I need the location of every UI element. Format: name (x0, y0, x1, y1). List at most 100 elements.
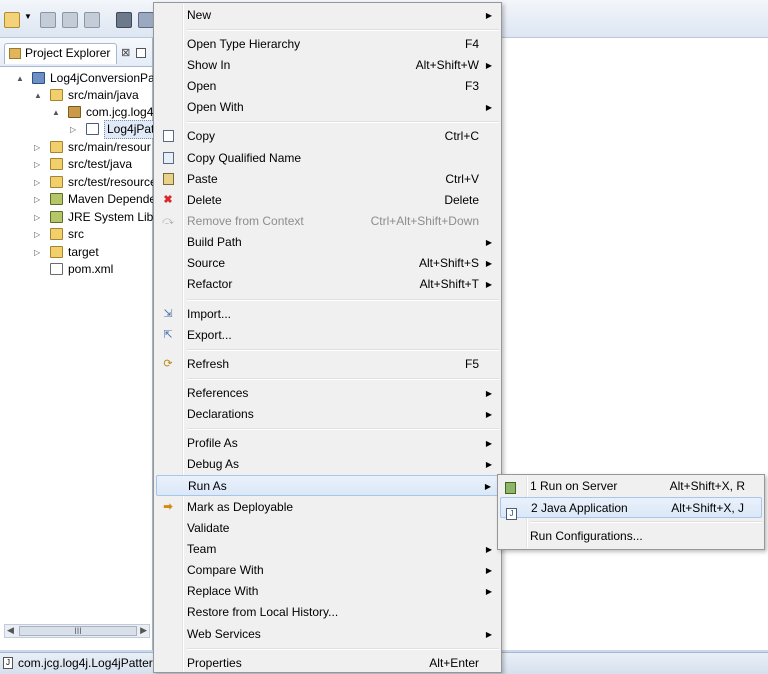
submenu-arrow-icon: ▶ (485, 410, 492, 419)
menu-item-references[interactable]: References ▶ (156, 383, 499, 404)
menu-item-web-services[interactable]: Web Services ▶ (156, 624, 499, 645)
menu-item-import[interactable]: ⇲ Import... (156, 304, 499, 325)
expanded-arrow-icon[interactable]: ▲ (16, 70, 26, 87)
scroll-right-icon[interactable]: ▶ (140, 625, 147, 636)
menu-item-label: Copy Qualified Name (187, 151, 302, 165)
binary-icon[interactable] (116, 12, 132, 28)
submenu-item-label: 2 Java Application (531, 501, 628, 515)
menu-item-new[interactable]: New ▶ (156, 5, 499, 26)
tree-item-label: src/main/java (68, 88, 139, 102)
minimize-icon[interactable] (136, 48, 146, 58)
menu-item-open[interactable]: Open F3 (156, 76, 499, 97)
tree-item-log4jpatt[interactable]: ▷ Log4jPatt (0, 120, 161, 139)
collapsed-arrow-icon[interactable]: ▷ (34, 191, 44, 208)
tree-item-label: Log4jConversionPatt (50, 71, 162, 85)
tree-item-label: com.jcg.log4j (86, 105, 157, 119)
menu-item-build-path[interactable]: Build Path ▶ (156, 232, 499, 253)
tree-item-src-main-resour[interactable]: ▷ src/main/resour (0, 139, 152, 156)
menu-separator (187, 299, 499, 301)
source-folder-icon (50, 141, 63, 153)
menu-item-properties[interactable]: Properties Alt+Enter (156, 653, 499, 674)
horizontal-scrollbar[interactable]: ◀ III ▶ (4, 624, 150, 638)
folder-icon (50, 246, 63, 258)
menu-item-run-as[interactable]: Run As ▶ (156, 475, 499, 496)
project-explorer-tab[interactable]: Project Explorer ⊠ (4, 43, 130, 64)
collapsed-arrow-icon[interactable]: ▷ (34, 209, 44, 226)
menu-item-label: Properties (187, 656, 242, 670)
tree-item-com-jcg-log4j[interactable]: ▲ com.jcg.log4j (0, 104, 156, 121)
menu-item-open-type-hierarchy[interactable]: Open Type Hierarchy F4 (156, 34, 499, 55)
refresh-icon: ⟳ (163, 358, 173, 370)
collapsed-arrow-icon[interactable]: ▷ (34, 156, 44, 173)
menu-item-source[interactable]: Source Alt+Shift+S ▶ (156, 253, 499, 274)
tree-item-pom-xml[interactable]: pom.xml (0, 261, 152, 278)
new-icon[interactable] (4, 12, 20, 28)
expanded-arrow-icon[interactable]: ▲ (52, 104, 62, 121)
source-folder-icon (50, 89, 63, 101)
menu-item-label: References (187, 386, 249, 400)
menu-item-label: Validate (187, 521, 230, 535)
new-dropdown-icon[interactable]: ▼ (24, 12, 32, 26)
close-icon[interactable]: ⊠ (121, 44, 130, 63)
menu-item-show-in[interactable]: Show In Alt+Shift+W ▶ (156, 55, 499, 76)
menu-item-restore-from-local-history[interactable]: Restore from Local History... (156, 602, 499, 623)
menu-item-label: Restore from Local History... (187, 605, 339, 619)
scroll-left-icon[interactable]: ◀ (7, 625, 14, 636)
tree-item-src-test-java[interactable]: ▷ src/test/java (0, 156, 152, 173)
menu-item-copy-qualified-name[interactable]: Copy Qualified Name (156, 148, 499, 169)
print-icon[interactable] (84, 12, 100, 28)
menu-item-refactor[interactable]: Refactor Alt+Shift+T ▶ (156, 274, 499, 295)
submenu-arrow-icon: ▶ (485, 630, 492, 639)
collapsed-arrow-icon[interactable]: ▷ (34, 244, 44, 261)
tree-item-target[interactable]: ▷ target (0, 244, 152, 261)
menu-item-replace-with[interactable]: Replace With ▶ (156, 581, 499, 602)
menu-separator (187, 349, 499, 351)
menu-item-debug-as[interactable]: Debug As ▶ (156, 454, 499, 475)
menu-item-validate[interactable]: Validate (156, 518, 499, 539)
run-as-submenu: 1 Run on Server Alt+Shift+X, R J 2 Java App… (497, 474, 765, 550)
source-folder-icon (50, 158, 63, 170)
tree-item-label: Maven Depender (68, 192, 161, 206)
collapsed-arrow-icon[interactable]: ▷ (34, 139, 44, 156)
submenu-item-1-run-on-server[interactable]: 1 Run on Server Alt+Shift+X, R (500, 476, 762, 497)
tree-item-src[interactable]: ▷ src (0, 226, 152, 243)
menu-item-label: Open With (187, 100, 244, 114)
tree-item-log4jconversionpatt[interactable]: ▲ Log4jConversionPatt (0, 70, 161, 87)
menu-separator (187, 29, 499, 31)
tree-item-src-main-java[interactable]: ▲ src/main/java (0, 87, 152, 104)
menu-item-paste[interactable]: Paste Ctrl+V (156, 169, 499, 190)
tree-item-jre-system-librar[interactable]: ▷ JRE System Librar (0, 209, 168, 226)
menu-item-mark-as-deployable[interactable]: ➡ Mark as Deployable (156, 497, 499, 518)
collapsed-arrow-icon[interactable]: ▷ (34, 174, 44, 191)
menu-item-export[interactable]: ⇱ Export... (156, 325, 499, 346)
collapsed-arrow-icon[interactable]: ▷ (70, 121, 80, 138)
tree-item-maven-depender[interactable]: ▷ Maven Depender (0, 191, 160, 208)
menu-item-label: Build Path (187, 235, 242, 249)
menu-item-team[interactable]: Team ▶ (156, 539, 499, 560)
menu-item-compare-with[interactable]: Compare With ▶ (156, 560, 499, 581)
submenu-separator (530, 521, 762, 523)
menu-item-copy[interactable]: Copy Ctrl+C (156, 126, 499, 147)
tree-item-src-test-resource[interactable]: ▷ src/test/resource (0, 174, 157, 191)
submenu-item-2-java-application[interactable]: J 2 Java Application Alt+Shift+X, J (500, 497, 762, 520)
menu-item-declarations[interactable]: Declarations ▶ (156, 404, 499, 425)
submenu-arrow-icon: ▶ (485, 587, 492, 596)
menu-separator (187, 648, 499, 650)
menu-item-refresh[interactable]: ⟳ Refresh F5 (156, 354, 499, 375)
submenu-item-label: Run Configurations... (530, 529, 643, 543)
menu-item-profile-as[interactable]: Profile As ▶ (156, 433, 499, 454)
tree-item-label: src/test/resource (68, 175, 157, 189)
scroll-thumb[interactable]: III (19, 626, 137, 636)
tool-icon[interactable] (138, 12, 154, 28)
menu-item-delete[interactable]: ✖ Delete Delete (156, 190, 499, 211)
menu-item-label: Paste (187, 172, 218, 186)
menu-item-open-with[interactable]: Open With ▶ (156, 97, 499, 118)
save-icon[interactable] (40, 12, 56, 28)
submenu-item-run-configurations[interactable]: Run Configurations... (500, 526, 762, 547)
menu-item-label: Remove from Context (187, 214, 304, 228)
collapsed-arrow-icon[interactable]: ▷ (34, 226, 44, 243)
save-all-icon[interactable] (62, 12, 78, 28)
submenu-arrow-icon: ▶ (485, 460, 492, 469)
folder-icon (50, 228, 63, 240)
expanded-arrow-icon[interactable]: ▲ (34, 87, 44, 104)
